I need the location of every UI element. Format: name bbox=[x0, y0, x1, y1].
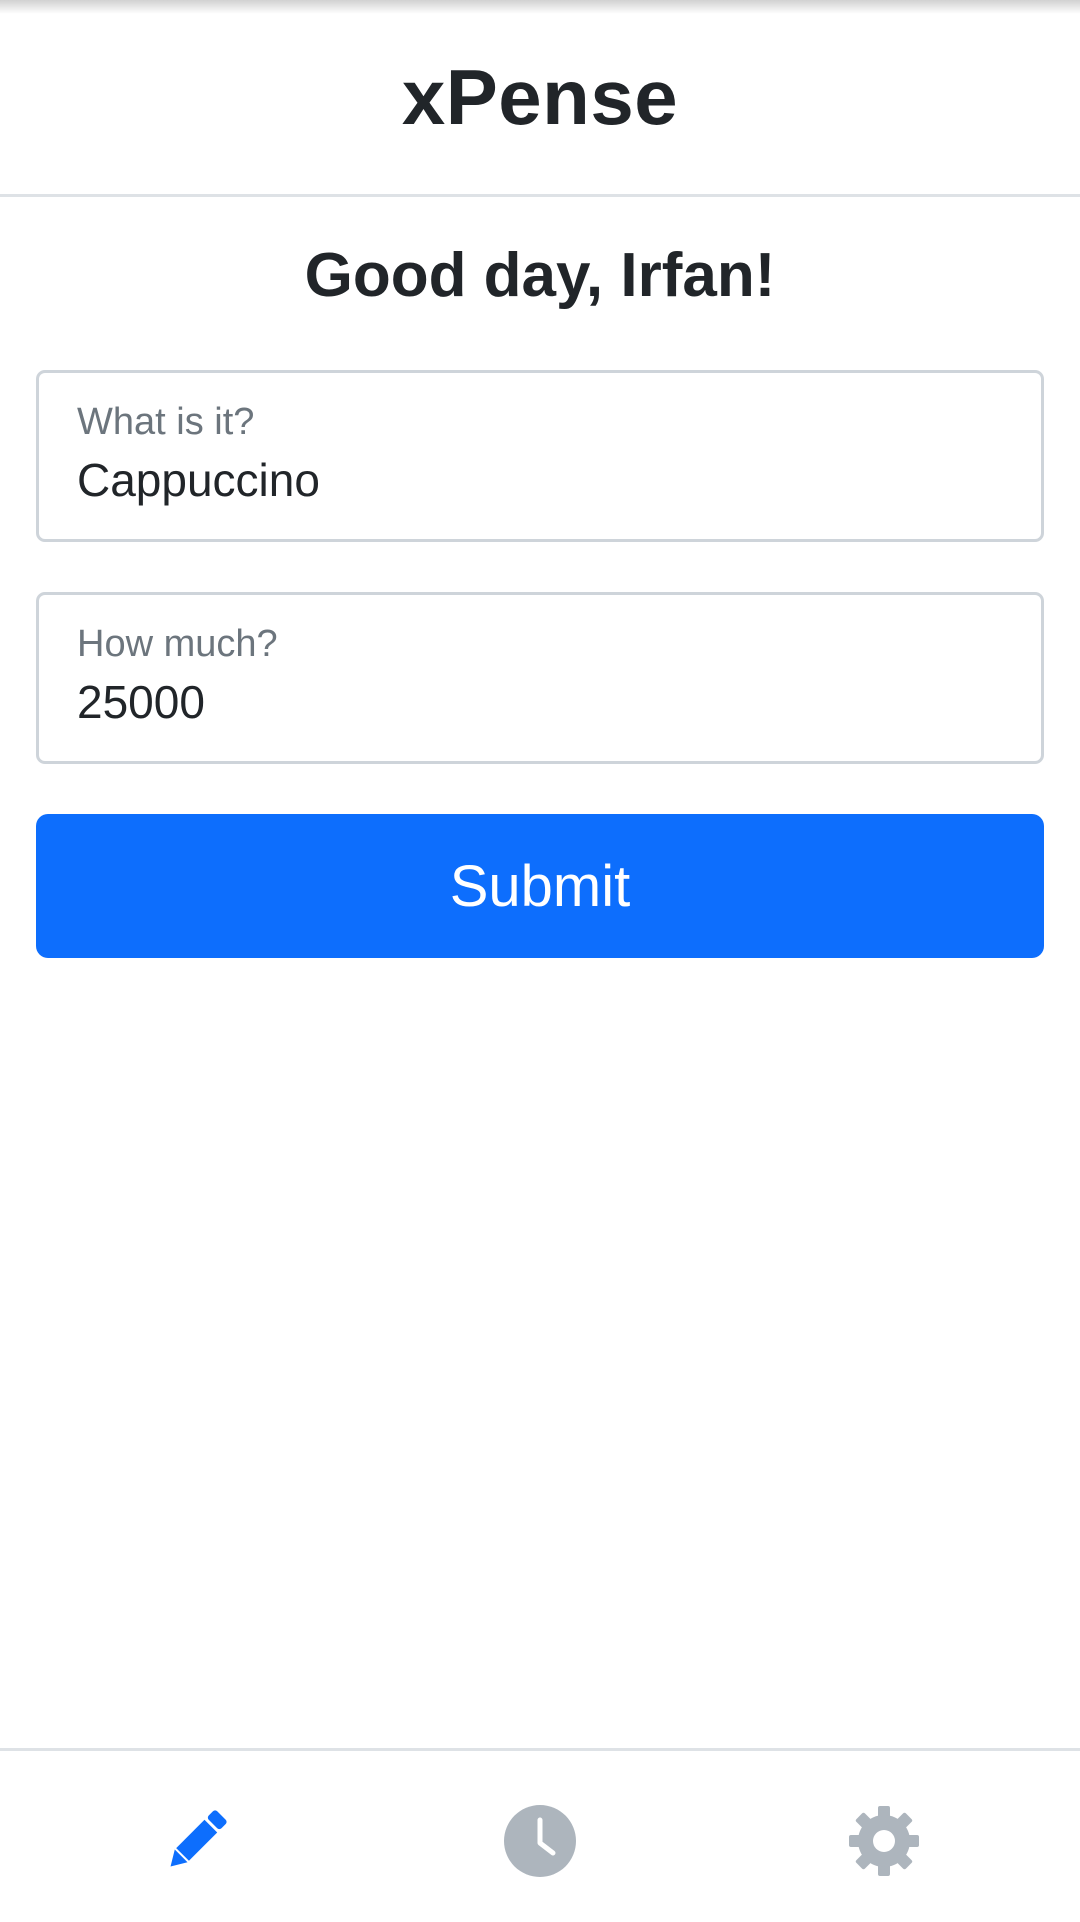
clock-icon bbox=[504, 1805, 576, 1877]
nav-add-expense[interactable] bbox=[156, 1801, 236, 1881]
submit-button[interactable]: Submit bbox=[36, 814, 1044, 958]
bottom-nav bbox=[0, 1748, 1080, 1922]
amount-field[interactable]: How much? bbox=[36, 592, 1044, 764]
amount-label: How much? bbox=[77, 623, 278, 665]
app-header: xPense bbox=[0, 0, 1080, 197]
amount-input[interactable] bbox=[77, 675, 997, 729]
nav-settings[interactable] bbox=[844, 1801, 924, 1881]
item-name-label: What is it? bbox=[77, 401, 255, 443]
pencil-icon bbox=[170, 1810, 227, 1867]
app-screen: xPense Good day, Irfan! What is it? How … bbox=[0, 0, 1080, 1922]
item-name-input[interactable] bbox=[77, 453, 997, 507]
app-title: xPense bbox=[401, 52, 679, 141]
nav-history[interactable] bbox=[500, 1801, 580, 1881]
gear-icon bbox=[849, 1806, 919, 1876]
greeting-heading: Good day, Irfan! bbox=[304, 241, 776, 310]
item-name-field[interactable]: What is it? bbox=[36, 370, 1044, 542]
